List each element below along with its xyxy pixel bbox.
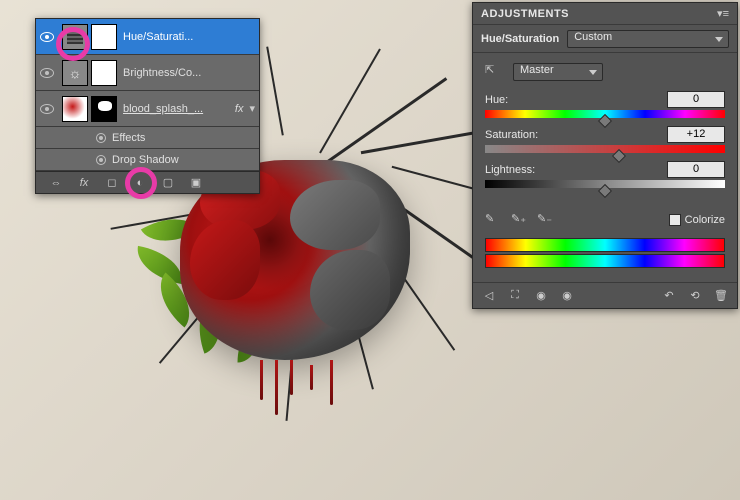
layers-footer: ⇔ fx ◻ ◐ ▢ ▣ (36, 171, 259, 193)
layer-row-hue-saturation[interactable]: Hue/Saturati... (36, 19, 259, 55)
lightness-input[interactable]: 0 (667, 161, 725, 178)
layer-thumb[interactable] (62, 96, 88, 122)
trash-icon[interactable]: 🗑 (713, 288, 729, 304)
lightness-slider[interactable] (485, 180, 725, 192)
layer-name: blood_splash_... (123, 103, 235, 115)
target-adjustment-icon[interactable]: ⇱ (485, 63, 503, 81)
channel-value: Master (520, 64, 554, 76)
channel-select[interactable]: Master (513, 63, 603, 81)
reset-icon[interactable]: ⟲ (687, 288, 703, 304)
layer-fx-icon[interactable]: fx (76, 176, 92, 190)
previous-state-icon[interactable]: ↶ (661, 288, 677, 304)
effects-label: Effects (112, 132, 145, 144)
drop-shadow-label: Drop Shadow (112, 154, 179, 166)
adjustments-tab[interactable]: ADJUSTMENTS (481, 8, 569, 20)
clip-icon[interactable]: ◉ (533, 288, 549, 304)
back-icon[interactable]: ◁ (481, 288, 497, 304)
adjustments-footer: ◁ ⛶ ◉ ◉ ↶ ⟲ 🗑 (473, 282, 737, 308)
drop-shadow-row[interactable]: Drop Shadow (36, 149, 259, 171)
layer-row-brightness[interactable]: ☼ Brightness/Co... (36, 55, 259, 91)
effect-visibility-icon[interactable] (96, 133, 106, 143)
adjustments-panel: ADJUSTMENTS ▾≡ Hue/Saturation Custom ⇱ M… (472, 2, 738, 309)
chevron-down-icon[interactable]: ▾ (249, 102, 255, 115)
layers-panel: Hue/Saturati... ☼ Brightness/Co... blood… (35, 18, 260, 194)
eyedropper-icon[interactable]: ✎ (485, 212, 501, 228)
colorize-label: Colorize (685, 214, 725, 226)
colorize-checkbox[interactable] (669, 214, 681, 226)
preset-value: Custom (574, 31, 612, 43)
hue-label: Hue: (485, 94, 508, 106)
eyedropper-add-icon[interactable]: ✎₊ (511, 212, 527, 228)
eyedropper-subtract-icon[interactable]: ✎₋ (537, 212, 553, 228)
adjustments-header: ADJUSTMENTS ▾≡ (473, 3, 737, 25)
hue-slider[interactable] (485, 110, 725, 122)
adjustment-type-row: Hue/Saturation Custom (473, 25, 737, 53)
layer-name: Hue/Saturati... (123, 31, 259, 43)
new-layer-icon[interactable]: ▣ (188, 176, 204, 190)
group-icon[interactable]: ▢ (160, 176, 176, 190)
visibility-eye-icon[interactable] (40, 32, 54, 42)
layer-mask-thumb[interactable] (91, 60, 117, 86)
visibility-eye-icon[interactable] (40, 68, 54, 78)
layer-row-blood-splash[interactable]: blood_splash_... fx ▾ (36, 91, 259, 127)
lightness-slider-group: Lightness: 0 (485, 161, 725, 192)
adjustment-type-label: Hue/Saturation (481, 33, 559, 45)
saturation-label: Saturation: (485, 129, 538, 141)
layer-mask-thumb[interactable] (91, 96, 117, 122)
hue-input[interactable]: 0 (667, 91, 725, 108)
adjustment-thumb-icon[interactable] (62, 24, 88, 50)
effects-row[interactable]: Effects (36, 127, 259, 149)
visibility-icon[interactable]: ◉ (559, 288, 575, 304)
saturation-slider[interactable] (485, 145, 725, 157)
hue-slider-group: Hue: 0 (485, 91, 725, 122)
adjustment-layer-icon[interactable]: ◐ (132, 176, 148, 190)
saturation-input[interactable]: +12 (667, 126, 725, 143)
saturation-slider-group: Saturation: +12 (485, 126, 725, 157)
adjustment-thumb-icon[interactable]: ☼ (62, 60, 88, 86)
link-layers-icon[interactable]: ⇔ (48, 176, 64, 190)
expand-icon[interactable]: ⛶ (507, 288, 523, 304)
layer-mask-thumb[interactable] (91, 24, 117, 50)
preset-select[interactable]: Custom (567, 30, 729, 48)
effect-visibility-icon[interactable] (96, 155, 106, 165)
spectrum-bars (485, 238, 725, 268)
lightness-label: Lightness: (485, 164, 535, 176)
layer-name: Brightness/Co... (123, 67, 259, 79)
panel-menu-icon[interactable]: ▾≡ (717, 7, 729, 20)
fx-badge[interactable]: fx (235, 103, 244, 115)
visibility-eye-icon[interactable] (40, 104, 54, 114)
colorize-option[interactable]: Colorize (669, 214, 725, 226)
layer-mask-icon[interactable]: ◻ (104, 176, 120, 190)
